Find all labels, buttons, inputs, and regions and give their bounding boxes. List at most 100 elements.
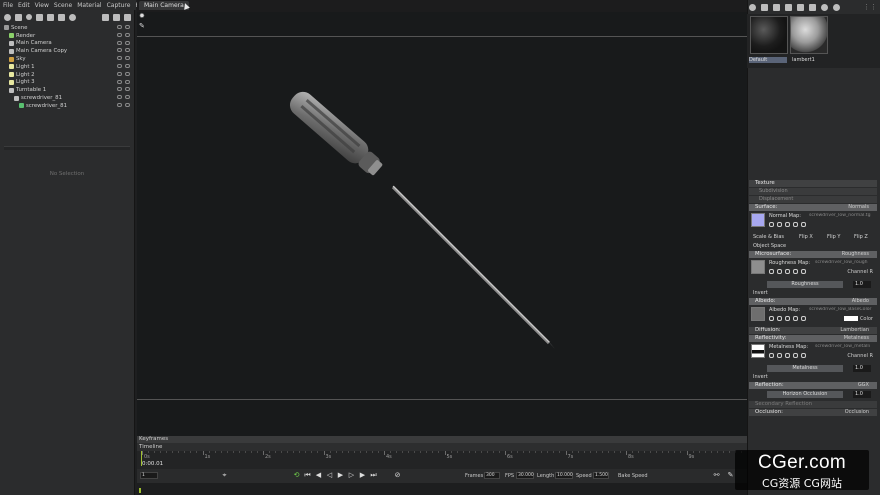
brush-icon[interactable] [785, 316, 790, 321]
play-icon[interactable]: ▶ [337, 472, 344, 479]
invert-checkbox-metalness[interactable]: Invert [749, 373, 877, 382]
tree-item[interactable]: Light 1 [0, 63, 134, 71]
brush-icon[interactable] [785, 353, 790, 358]
skip-start-icon[interactable]: ⏮ [304, 472, 311, 479]
timeline-scrollbar[interactable] [137, 483, 747, 495]
roughness-map-file[interactable]: screwdriver_low_rough [815, 260, 873, 265]
gear-icon[interactable] [769, 316, 774, 321]
eye-icon[interactable] [125, 63, 130, 68]
flip-z-checkbox[interactable]: Flip Z [854, 233, 868, 242]
next-frame-icon[interactable]: ▷ [348, 472, 355, 479]
gear-icon[interactable] [769, 222, 774, 227]
eye-icon[interactable] [125, 56, 130, 61]
lock-icon[interactable] [117, 32, 122, 37]
menu-item-material[interactable]: Material [77, 2, 101, 9]
prev-key-icon[interactable]: ◀ [315, 472, 322, 479]
edit-icon[interactable]: ✎ [727, 472, 734, 479]
reflectivity-mode[interactable]: Metalness [844, 335, 869, 342]
albedo-color[interactable]: Color [844, 316, 873, 322]
close-icon[interactable] [801, 316, 806, 321]
gear-icon[interactable] [769, 269, 774, 274]
eye-icon[interactable] [125, 40, 130, 45]
add-mesh-icon[interactable] [47, 13, 54, 21]
tab-main-camera[interactable]: Main Camera [139, 1, 189, 10]
duplicate-icon[interactable] [113, 13, 120, 21]
material-label-lambert1[interactable]: lambert1 [792, 57, 815, 63]
viewport[interactable] [137, 12, 747, 436]
refresh-icon[interactable] [793, 222, 798, 227]
frames-field[interactable]: 300 [484, 472, 500, 479]
section-secondary-reflection[interactable]: Secondary Reflection [749, 401, 877, 408]
link-icon[interactable]: ⚯ [713, 472, 720, 479]
record-material-icon[interactable] [833, 3, 840, 11]
section-albedo[interactable]: Albedo: Albedo [749, 298, 877, 305]
roughness-slider[interactable]: Roughness 1.0 [749, 280, 877, 289]
tree-item[interactable]: Scene [0, 24, 134, 32]
albedo-mode[interactable]: Albedo [852, 298, 869, 305]
eye-icon[interactable] [125, 102, 130, 107]
microsurface-mode[interactable]: Roughness [842, 251, 869, 258]
keyframes-header[interactable]: Keyframes [137, 436, 747, 443]
skip-end-icon[interactable]: ⏭ [370, 472, 377, 479]
lock-icon[interactable] [117, 71, 122, 76]
normal-map-file[interactable]: screwdriver_low_normal.tg [809, 213, 873, 218]
metalness-slider[interactable]: Metalness 1.0 [749, 364, 877, 373]
close-icon[interactable] [801, 269, 806, 274]
add-camera-icon[interactable] [15, 13, 22, 21]
occlusion-mode[interactable]: Occlusion [845, 409, 869, 416]
invert-checkbox-roughness[interactable]: Invert [749, 289, 877, 298]
lock-icon[interactable] [117, 56, 122, 61]
lock-icon[interactable] [117, 40, 122, 45]
arrows-icon[interactable] [773, 3, 780, 11]
tree-item[interactable]: screwdriver_81 [0, 102, 134, 110]
menu-item-capture[interactable]: Capture [107, 2, 131, 9]
eyedropper-icon[interactable]: ✎ [139, 23, 145, 30]
brush-icon[interactable] [785, 269, 790, 274]
refresh-icon[interactable] [793, 353, 798, 358]
section-displacement[interactable]: Displacement [749, 196, 877, 203]
flip-x-checkbox[interactable]: Flip X [799, 233, 813, 242]
globe-icon[interactable] [749, 3, 756, 11]
length-field[interactable]: 10.000 [555, 472, 573, 479]
diffusion-mode[interactable]: Lambertian [840, 327, 869, 334]
add-object-icon[interactable] [69, 13, 76, 21]
new-material-icon[interactable] [797, 3, 804, 11]
tree-item[interactable]: Light 2 [0, 71, 134, 79]
close-icon[interactable] [801, 222, 806, 227]
surface-mode[interactable]: Normals [848, 204, 869, 211]
horizon-occlusion-slider[interactable]: Horizon Occlusion 1.0 [749, 390, 877, 399]
add-light-icon[interactable] [26, 14, 32, 20]
eye-icon[interactable] [125, 32, 130, 37]
tree-item[interactable]: Light 3 [0, 79, 134, 87]
menu-item-file[interactable]: File [3, 2, 13, 9]
section-reflection[interactable]: Reflection: GGX [749, 382, 877, 389]
albedo-map-file[interactable]: screwdriver_low_BaseColor [809, 307, 873, 312]
section-microsurface[interactable]: Microsurface: Roughness [749, 251, 877, 258]
menu-item-scene[interactable]: Scene [54, 2, 72, 9]
speed-field[interactable]: 1.500 [593, 472, 609, 479]
panel-divider[interactable] [4, 146, 130, 150]
normal-map-swatch[interactable] [751, 213, 765, 227]
material-label-default[interactable]: Default [749, 57, 787, 63]
roughness-channel[interactable]: Channel R [847, 269, 873, 275]
metalness-value[interactable]: 1.0 [853, 365, 871, 372]
horizon-value[interactable]: 1.0 [853, 391, 871, 398]
eye-icon[interactable] [125, 25, 130, 29]
roughness-map-swatch[interactable] [751, 260, 765, 274]
bake-speed-button[interactable]: Bake Speed [618, 473, 648, 479]
lock-icon[interactable] [117, 102, 122, 107]
section-texture[interactable]: Texture [749, 180, 877, 187]
gear-icon[interactable] [769, 353, 774, 358]
section-occlusion[interactable]: Occlusion: Occlusion [749, 409, 877, 416]
albedo-map-swatch[interactable] [751, 307, 765, 321]
folder-icon[interactable] [102, 13, 109, 21]
lock-icon[interactable] [117, 25, 122, 29]
search-icon[interactable] [777, 316, 782, 321]
loop-icon[interactable]: ⟲ [293, 472, 300, 479]
tree-item[interactable]: Sky [0, 55, 134, 63]
keyframe-add-icon[interactable]: ⌖ [221, 472, 228, 479]
tree-item[interactable]: screwdriver_81 [0, 94, 134, 102]
lock-icon[interactable] [117, 63, 122, 68]
metalness-channel[interactable]: Channel R [847, 353, 873, 359]
albedo-color-swatch[interactable] [844, 316, 859, 321]
